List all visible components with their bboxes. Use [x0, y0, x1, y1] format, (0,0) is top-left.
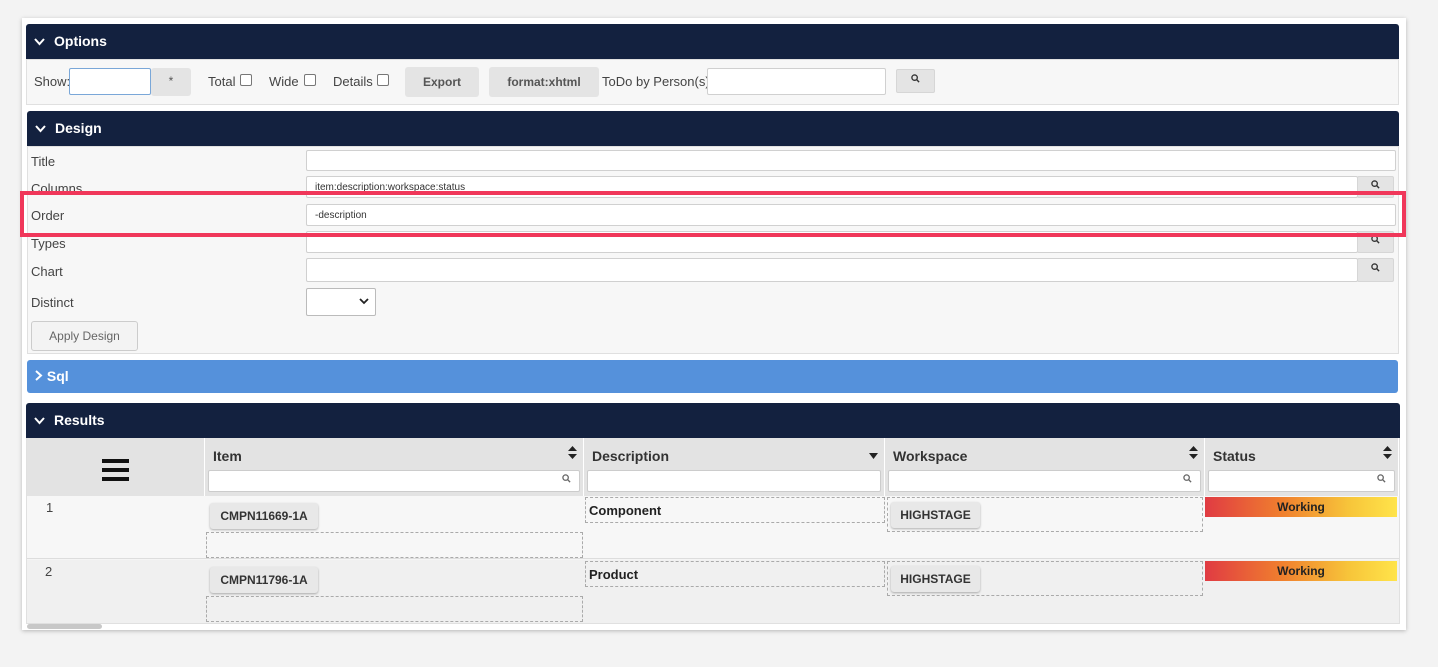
status-filter-input[interactable]: [1208, 470, 1395, 492]
chart-field[interactable]: [306, 258, 1358, 282]
details-checkbox[interactable]: [377, 74, 389, 86]
distinct-select[interactable]: [306, 288, 376, 316]
chevron-down-icon: [359, 297, 369, 308]
apply-design-button[interactable]: Apply Design: [31, 321, 138, 351]
workspace-link-button[interactable]: HIGHSTAGE: [891, 502, 980, 528]
show-all-button[interactable]: *: [151, 68, 191, 96]
item-subfield: [206, 532, 583, 558]
sort-icon[interactable]: [1189, 446, 1198, 462]
status-badge: Working: [1205, 497, 1397, 517]
options-panel-header[interactable]: Options: [26, 24, 1399, 59]
export-button[interactable]: Export: [405, 67, 479, 97]
results-panel-header[interactable]: Results: [26, 403, 1400, 438]
row-number: 1: [46, 500, 54, 515]
distinct-label: Distinct: [31, 295, 74, 310]
todo-label: ToDo by Person(s): [602, 74, 710, 89]
types-label: Types: [31, 236, 66, 251]
chevron-right-icon: [35, 368, 47, 384]
column-title-workspace: Workspace: [893, 448, 968, 464]
column-header-status[interactable]: Status: [1205, 438, 1399, 496]
item-filter-input[interactable]: [208, 470, 580, 492]
sql-title: Sql: [46, 368, 69, 384]
column-title-status: Status: [1213, 448, 1256, 464]
row-menu-header[interactable]: [27, 438, 205, 496]
total-checkbox[interactable]: [240, 74, 252, 86]
details-label: Details: [333, 74, 373, 89]
wide-label: Wide: [269, 74, 299, 89]
show-input[interactable]: [69, 68, 151, 95]
chevron-down-icon: [35, 112, 51, 147]
item-link-button[interactable]: CMPN11796-1A: [210, 567, 318, 593]
description-text: Component: [589, 503, 662, 518]
workspace-filter-input[interactable]: [888, 470, 1201, 492]
sort-icon[interactable]: [1383, 446, 1392, 462]
total-label: Total: [208, 74, 236, 89]
options-title: Options: [54, 33, 107, 49]
chevron-down-icon: [34, 404, 50, 439]
column-header-description[interactable]: Description: [584, 438, 885, 496]
design-panel-header[interactable]: Design: [27, 111, 1399, 146]
horizontal-scrollbar[interactable]: [27, 624, 102, 629]
sort-icon[interactable]: [568, 446, 577, 462]
title-label: Title: [31, 154, 56, 169]
column-header-item[interactable]: Item: [205, 438, 584, 496]
item-link-button[interactable]: CMPN11669-1A: [210, 503, 318, 529]
column-header-workspace[interactable]: Workspace: [885, 438, 1205, 496]
search-icon: [911, 74, 920, 86]
order-highlight-box: [20, 191, 1406, 237]
workspace-link-button[interactable]: HIGHSTAGE: [891, 566, 980, 592]
search-icon: [1377, 474, 1386, 486]
hamburger-menu-icon[interactable]: [102, 458, 129, 485]
results-title: Results: [54, 412, 105, 428]
show-label: Show:: [34, 74, 71, 89]
chart-label: Chart: [31, 264, 63, 279]
search-icon: [1371, 263, 1380, 275]
chevron-down-icon: [34, 25, 50, 60]
description-text: Product: [589, 567, 639, 582]
description-filter-input[interactable]: [587, 470, 881, 492]
column-title-item: Item: [213, 448, 242, 464]
design-title: Design: [55, 120, 102, 136]
wide-checkbox[interactable]: [304, 74, 316, 86]
search-icon: [1371, 235, 1380, 247]
todo-person-input[interactable]: [707, 68, 886, 95]
column-title-description: Description: [592, 448, 670, 464]
search-icon: [562, 474, 571, 486]
search-icon: [1183, 474, 1192, 486]
title-field[interactable]: [306, 150, 1396, 171]
row-number: 2: [45, 564, 53, 579]
item-subfield: [206, 596, 583, 622]
format-xhtml-button[interactable]: format:xhtml: [489, 67, 599, 97]
status-badge: Working: [1205, 561, 1397, 581]
todo-search-button[interactable]: [896, 69, 935, 93]
sort-desc-icon[interactable]: [869, 450, 878, 462]
chart-search-button[interactable]: [1357, 258, 1394, 282]
sql-panel-header[interactable]: Sql: [27, 360, 1398, 393]
